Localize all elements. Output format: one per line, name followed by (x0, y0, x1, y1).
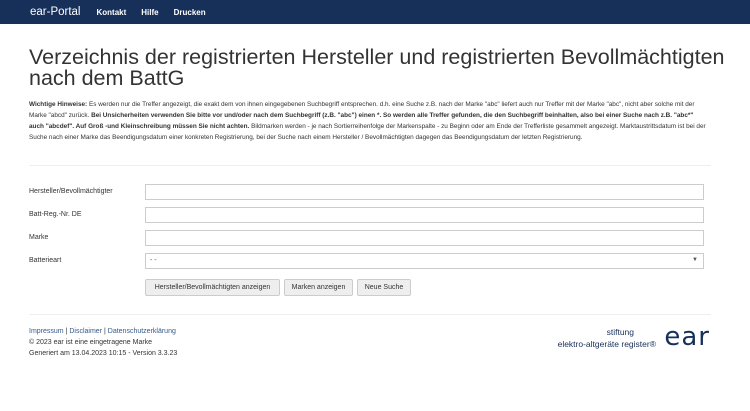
marke-input[interactable] (145, 230, 704, 246)
registered-mark: ® (649, 339, 656, 349)
logo-line2: elektro-altgeräte register® (558, 339, 656, 349)
show-marken-button[interactable]: Marken anzeigen (284, 279, 353, 296)
show-hersteller-button[interactable]: Hersteller/Bevollmächtigten anzeigen (145, 279, 280, 296)
marke-label: Marke (29, 234, 49, 241)
footer-links: Impressum | Disclaimer | Datenschutzerkl… (29, 328, 176, 335)
page-title: Verzeichnis der registrierten Hersteller… (29, 45, 725, 90)
notice-label: Wichtige Hinweise: (29, 101, 88, 108)
nav-drucken[interactable]: Drucken (174, 8, 206, 17)
hersteller-input[interactable] (145, 184, 704, 200)
regnr-input[interactable] (145, 207, 704, 223)
divider-top (29, 165, 711, 166)
footer-separator: | (65, 328, 68, 335)
batterieart-selected-value: - - (150, 257, 157, 264)
notice-text: Wichtige Hinweise: Es werden nur die Tre… (29, 99, 709, 143)
copyright-text: © 2023 ear ist eine eingetragene Marke (29, 339, 153, 346)
generated-text: Generiert am 13.04.2023 10:15 - Version … (29, 350, 178, 357)
nav-hilfe[interactable]: Hilfe (141, 8, 158, 17)
brand-link[interactable]: ear-Portal (30, 6, 81, 18)
disclaimer-link[interactable]: Disclaimer (69, 328, 102, 335)
logo-line2-text: elektro-altgeräte register (557, 339, 650, 349)
batterieart-label: Batterieart (29, 257, 62, 264)
datenschutz-link[interactable]: Datenschutzerklärung (108, 328, 176, 335)
impressum-link[interactable]: Impressum (29, 328, 64, 335)
logo-line1: stiftung (606, 327, 634, 337)
ear-logo-mark: ear (664, 322, 710, 352)
chevron-down-icon: ▼ (692, 257, 698, 263)
top-navbar: ear-Portal Kontakt Hilfe Drucken (0, 0, 750, 24)
batterieart-select[interactable]: - - ▼ (145, 253, 704, 269)
hersteller-label: Hersteller/Bevollmächtigter (29, 188, 113, 195)
regnr-label: Batt-Reg.-Nr. DE (29, 211, 82, 218)
new-search-button[interactable]: Neue Suche (357, 279, 411, 296)
nav-kontakt[interactable]: Kontakt (97, 8, 127, 17)
divider-bottom (29, 314, 711, 315)
ear-logo[interactable]: stiftung elektro-altgeräte register® ear (530, 322, 710, 352)
footer-separator: | (103, 328, 106, 335)
